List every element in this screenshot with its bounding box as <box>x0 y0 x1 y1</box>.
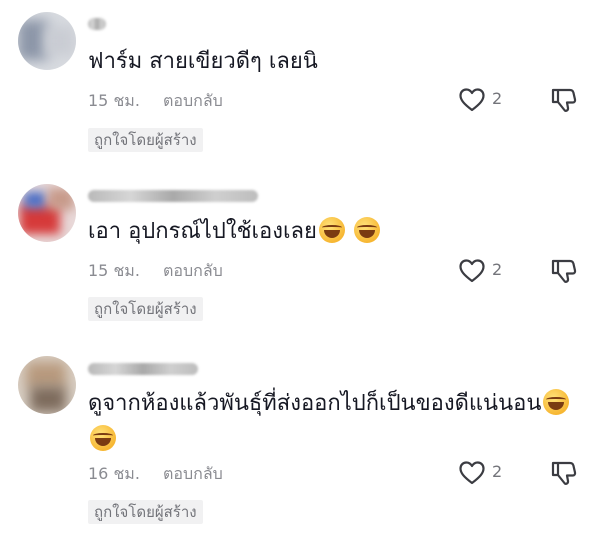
comment-text-content: ฟาร์ม สายเขียวดีๆ เลยนิ <box>88 49 318 74</box>
heart-icon <box>459 88 485 112</box>
dislike-button[interactable] <box>550 257 578 285</box>
username[interactable] <box>88 190 258 202</box>
comment-text: ดูจากห้องแล้วพันธุ์ที่ส่งออกไปก็เป็นของด… <box>88 386 578 458</box>
heart-icon <box>459 259 485 283</box>
liked-by-creator-badge: ถูกใจโดยผู้สร้าง <box>88 297 203 321</box>
thumbs-down-icon <box>551 88 577 112</box>
thumbs-down-icon <box>551 461 577 485</box>
username[interactable] <box>88 18 106 30</box>
dislike-button[interactable] <box>550 86 578 114</box>
comment-time: 16 ชม. <box>88 464 140 483</box>
reply-button[interactable]: ตอบกลับ <box>163 463 223 485</box>
avatar[interactable] <box>18 356 76 414</box>
laughing-emoji-icon <box>90 425 116 451</box>
reply-button[interactable]: ตอบกลับ <box>163 90 223 112</box>
laughing-emoji-icon <box>318 217 345 243</box>
comment-time: 15 ชม. <box>88 91 140 110</box>
comment-text: เอา อุปกรณ์ไปใช้เองเลย <box>88 214 578 250</box>
comment-text: ฟาร์ม สายเขียวดีๆ เลยนิ <box>88 44 578 80</box>
comment-time: 15 ชม. <box>88 261 140 280</box>
laughing-emoji-icon <box>353 217 380 243</box>
liked-by-creator-badge: ถูกใจโดยผู้สร้าง <box>88 128 203 152</box>
like-button[interactable]: 2 <box>458 258 518 284</box>
comment-text-content: เอา อุปกรณ์ไปใช้เองเลย <box>88 219 317 244</box>
liked-by-creator-badge: ถูกใจโดยผู้สร้าง <box>88 500 203 524</box>
avatar[interactable] <box>18 12 76 70</box>
thumbs-down-icon <box>551 259 577 283</box>
username[interactable] <box>88 363 198 375</box>
avatar[interactable] <box>18 184 76 242</box>
like-button[interactable]: 2 <box>458 460 518 486</box>
like-count: 2 <box>492 260 503 279</box>
like-count: 2 <box>492 89 503 108</box>
heart-icon <box>459 461 485 485</box>
like-count: 2 <box>492 462 503 481</box>
like-button[interactable]: 2 <box>458 87 518 113</box>
dislike-button[interactable] <box>550 459 578 487</box>
laughing-emoji-icon <box>543 389 570 415</box>
reply-button[interactable]: ตอบกลับ <box>163 260 223 282</box>
comment-text-content: ดูจากห้องแล้วพันธุ์ที่ส่งออกไปก็เป็นของด… <box>88 391 542 416</box>
